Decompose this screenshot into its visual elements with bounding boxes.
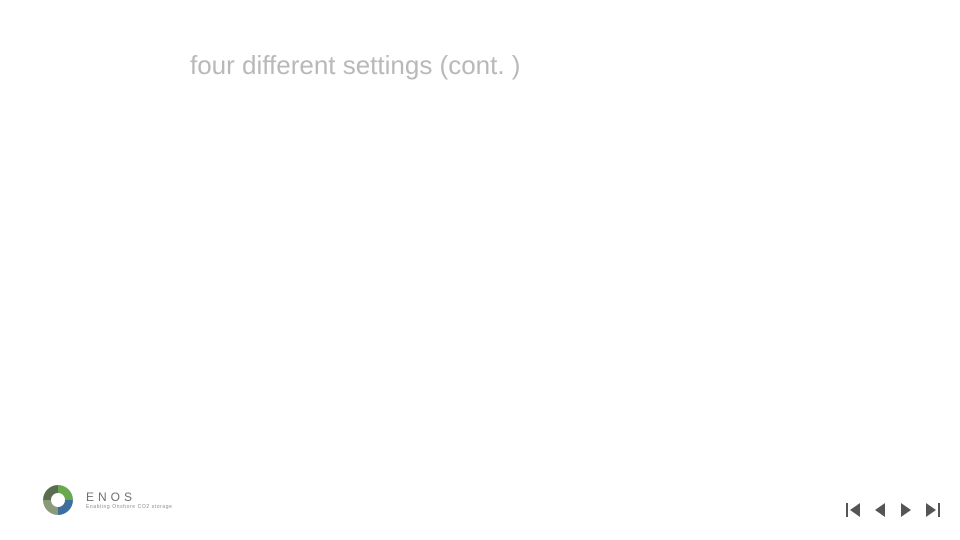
first-slide-button[interactable]: [844, 500, 864, 520]
play-icon: [897, 501, 915, 519]
skip-back-icon: [845, 501, 863, 519]
slide-nav: [844, 500, 942, 520]
previous-slide-button[interactable]: [870, 500, 890, 520]
footer-brand: ENOS Enabling Onshore CO2 storage: [40, 482, 173, 518]
slide: four different settings (cont. ) ENOS En…: [0, 0, 960, 540]
brand-logo-icon: [40, 482, 76, 518]
last-slide-button[interactable]: [922, 500, 942, 520]
next-slide-button[interactable]: [896, 500, 916, 520]
brand-name: ENOS: [86, 491, 173, 503]
skip-forward-icon: [923, 501, 941, 519]
brand-tagline: Enabling Onshore CO2 storage: [86, 505, 173, 510]
slide-title: four different settings (cont. ): [190, 50, 520, 81]
brand-text: ENOS Enabling Onshore CO2 storage: [86, 491, 173, 510]
back-icon: [871, 501, 889, 519]
